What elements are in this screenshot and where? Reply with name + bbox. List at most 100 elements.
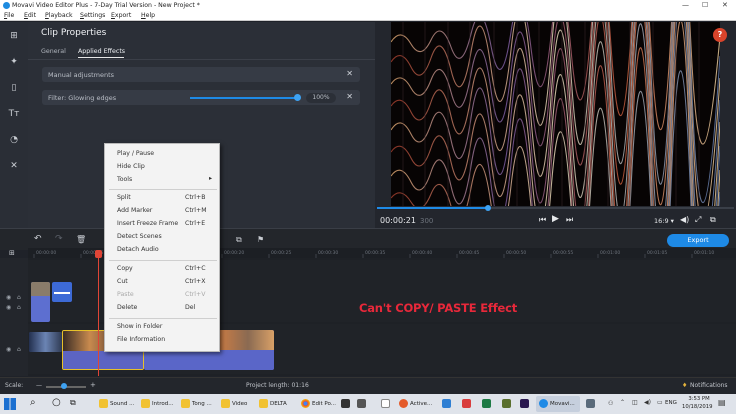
stickers-icon[interactable]: ◔ [6, 132, 22, 148]
scale-slider-handle[interactable] [61, 383, 67, 389]
track-lock-icon[interactable]: ⌂ [17, 294, 21, 301]
clip-properties-icon[interactable]: ⧉ [236, 235, 242, 245]
undo-icon[interactable]: ↶ [34, 234, 42, 244]
taskbar-app[interactable]: Video [218, 396, 254, 412]
tab-general[interactable]: General [41, 48, 66, 55]
video-clip[interactable] [29, 332, 62, 352]
playhead-handle[interactable] [484, 205, 491, 211]
menu-playback[interactable]: Playback [45, 12, 73, 19]
zoom-out-icon[interactable]: — [36, 382, 42, 389]
menu-item-tools[interactable]: Tools [117, 176, 132, 183]
clock-date[interactable]: 10/18/2019 [682, 404, 713, 410]
speaker-icon[interactable]: ◀) [644, 399, 651, 406]
taskbar-app-active[interactable]: Movavi... [536, 396, 580, 412]
notifications-icon[interactable]: ♦ [682, 382, 687, 389]
taskbar-app[interactable]: Introd... [138, 396, 176, 412]
track-visibility-icon[interactable]: ◉ [6, 294, 11, 301]
network-icon[interactable]: ◫ [632, 399, 638, 406]
menu-file[interactable]: File [4, 12, 14, 19]
taskbar-app[interactable] [380, 396, 392, 412]
people-icon[interactable]: ⚇ [608, 400, 613, 407]
taskbar-app[interactable] [356, 396, 368, 412]
overlay-clip-2[interactable] [52, 282, 72, 302]
search-icon[interactable]: ⌕ [30, 397, 36, 408]
menu-item-paste-disabled[interactable]: Paste [117, 291, 134, 298]
taskbar-app[interactable]: Active... [396, 396, 436, 412]
video-preview[interactable] [391, 22, 720, 206]
battery-icon[interactable]: ▭ [657, 399, 663, 406]
export-button[interactable]: Export [667, 234, 729, 247]
tab-applied-effects[interactable]: Applied Effects [78, 48, 125, 55]
task-view-icon[interactable]: ⧉ [70, 398, 76, 408]
playhead-handle[interactable] [95, 250, 102, 258]
fullscreen-icon[interactable]: ⤢ [695, 215, 701, 225]
menu-item-show-in-folder[interactable]: Show in Folder [117, 323, 162, 330]
add-track-icon[interactable]: ⊞ [9, 249, 15, 257]
remove-effect-icon[interactable]: ✕ [346, 92, 353, 101]
menu-item-add-marker[interactable]: Add Marker [117, 207, 152, 214]
menu-item-delete[interactable]: Delete [117, 304, 137, 311]
more-tools-icon[interactable]: ✕ [6, 158, 22, 174]
next-frame-icon[interactable]: ⏭ [566, 215, 573, 225]
taskbar-app[interactable] [518, 396, 532, 412]
taskbar-app[interactable] [460, 396, 474, 412]
minimize-icon[interactable]: — [682, 1, 689, 9]
action-center-icon[interactable]: ▤ [718, 398, 726, 407]
play-icon[interactable]: ▶ [552, 214, 559, 224]
effect-row-filter[interactable]: Filter: Glowing edges 100% ✕ [42, 90, 360, 105]
taskbar-app[interactable] [500, 396, 514, 412]
taskbar-app[interactable]: Sound ... [96, 396, 136, 412]
menu-item-insert-freeze-frame[interactable]: Insert Freeze Frame [117, 220, 178, 227]
clock-time[interactable]: 3:53 PM [686, 396, 712, 402]
remove-effect-icon[interactable]: ✕ [346, 69, 353, 78]
menu-settings[interactable]: Settings [80, 12, 105, 19]
menu-item-play-pause[interactable]: Play / Pause [117, 150, 154, 157]
transitions-icon[interactable]: ▯ [6, 80, 22, 96]
help-icon[interactable]: ? [713, 28, 727, 42]
menu-item-file-information[interactable]: File Information [117, 336, 165, 343]
aspect-ratio-select[interactable]: 16:9 ▾ [654, 217, 674, 225]
language-indicator[interactable]: ENG [665, 400, 677, 406]
menu-item-copy[interactable]: Copy [117, 265, 133, 272]
close-window-icon[interactable]: ✕ [722, 1, 728, 9]
redo-icon[interactable]: ↷ [55, 234, 63, 244]
track-lock-icon[interactable]: ⌂ [17, 346, 21, 353]
notifications-link[interactable]: Notifications [690, 382, 728, 389]
intensity-slider-handle[interactable] [294, 94, 301, 101]
detach-preview-icon[interactable]: ⧉ [710, 215, 716, 225]
track-mute-icon[interactable]: ◉ [6, 304, 11, 311]
menu-item-hide-clip[interactable]: Hide Clip [117, 163, 145, 170]
menu-item-split[interactable]: Split [117, 194, 131, 201]
delete-icon[interactable]: 🗑 [76, 235, 86, 244]
intensity-value[interactable]: 100% [306, 92, 336, 103]
taskbar-app[interactable] [340, 396, 352, 412]
taskbar-app[interactable] [480, 396, 494, 412]
taskbar-app[interactable] [584, 396, 598, 412]
intensity-slider-track[interactable] [190, 94, 301, 101]
taskbar-app[interactable] [440, 396, 454, 412]
cortana-icon[interactable]: ○ [52, 397, 61, 408]
menu-help[interactable]: Help [141, 12, 155, 19]
start-icon[interactable] [4, 398, 16, 410]
playback-progress-track[interactable] [377, 205, 734, 211]
filters-icon[interactable]: ✦ [6, 54, 22, 70]
marker-icon[interactable]: ⚑ [257, 235, 264, 244]
previous-frame-icon[interactable]: ⏮ [539, 215, 546, 225]
taskbar-app[interactable]: Tong ... [178, 396, 216, 412]
volume-icon[interactable]: ◀) [680, 215, 689, 224]
overlay-clip[interactable] [31, 282, 50, 322]
maximize-icon[interactable]: ☐ [702, 1, 708, 9]
menu-item-detect-scenes[interactable]: Detect Scenes [117, 233, 162, 240]
effect-row-manual[interactable]: Manual adjustments ✕ [42, 67, 360, 82]
menu-item-detach-audio[interactable]: Detach Audio [117, 246, 159, 253]
timeline-playhead[interactable] [98, 258, 99, 376]
scale-slider[interactable] [46, 383, 86, 389]
titles-icon[interactable]: Tт [6, 106, 22, 122]
track-visibility-icon[interactable]: ◉ [6, 346, 11, 353]
zoom-in-icon[interactable]: + [90, 381, 96, 389]
tray-chevron-icon[interactable]: ⌃ [620, 399, 625, 406]
menu-export[interactable]: Export [111, 12, 131, 19]
import-icon[interactable]: ⊞ [6, 28, 22, 44]
taskbar-app[interactable]: Edit Po... [298, 396, 338, 412]
track-lock-icon[interactable]: ⌂ [17, 304, 21, 311]
